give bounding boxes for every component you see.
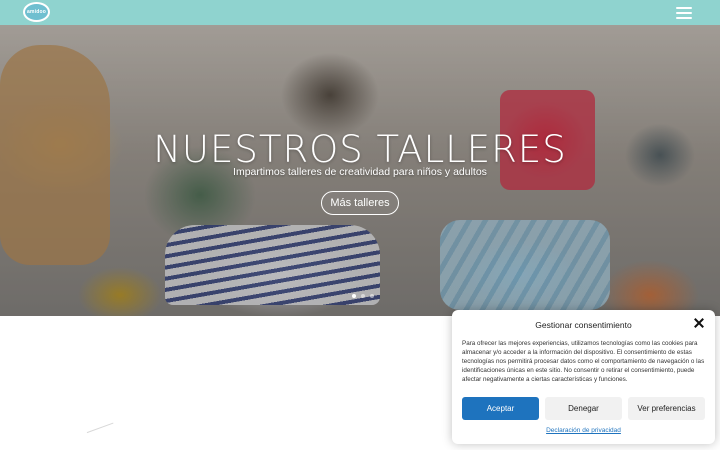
page: amidoo NUESTROS TALLERES Impartimos tall… [0,0,720,450]
hero-title: NUESTROS TALLERES [153,128,567,171]
site-logo[interactable]: amidoo [23,2,50,22]
site-header: amidoo [0,0,720,25]
cookie-dialog-title: Gestionar consentimiento [535,320,632,330]
hero-slider: NUESTROS TALLERES Impartimos talleres de… [0,25,720,316]
cookie-dialog-text: Para ofrecer las mejores experiencias, u… [462,340,705,383]
view-preferences-button[interactable]: Ver preferencias [628,397,705,420]
privacy-statement-link[interactable]: Declaración de privacidad [452,427,715,434]
hero-subtitle: Impartimos talleres de creatividad para … [233,166,487,178]
hamburger-menu-icon[interactable] [676,7,692,19]
accept-button[interactable]: Aceptar [462,397,539,420]
cookie-button-row: Aceptar Denegar Ver preferencias [462,397,705,420]
slider-dot[interactable] [361,294,365,298]
deny-button[interactable]: Denegar [545,397,622,420]
logo-text: amidoo [27,9,46,15]
close-icon[interactable] [693,317,705,329]
more-workshops-button[interactable]: Más talleres [321,191,399,215]
cookie-consent-dialog: Gestionar consentimiento Para ofrecer la… [452,310,715,444]
menu-bar [676,12,692,14]
menu-bar [676,17,692,19]
menu-bar [676,7,692,9]
slider-dot[interactable] [370,294,374,298]
slider-dot[interactable] [352,294,356,298]
slider-dots [352,294,374,298]
